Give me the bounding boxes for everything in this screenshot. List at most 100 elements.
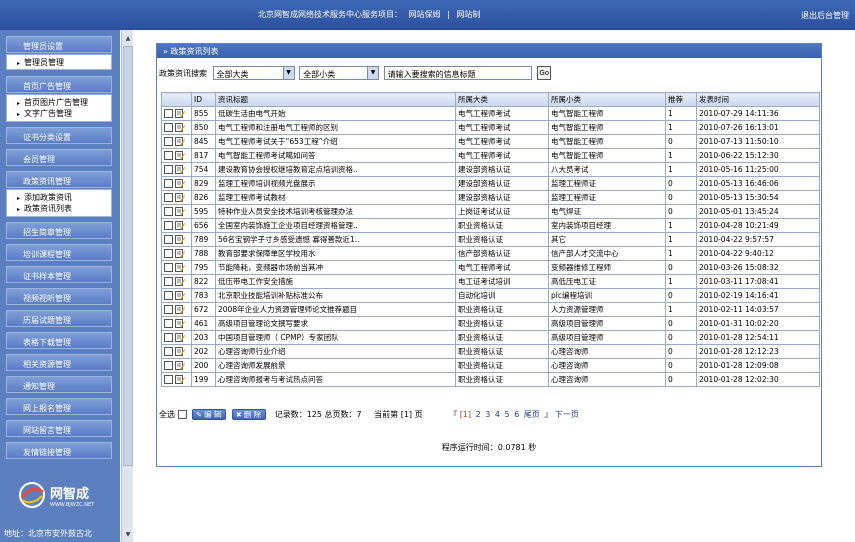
edit-pen-icon[interactable] — [175, 375, 185, 385]
page-link-3[interactable]: 3 — [485, 410, 490, 419]
edit-pen-icon[interactable] — [175, 361, 185, 371]
logout-link[interactable]: 退出后台管理 — [801, 10, 849, 21]
edit-pen-icon[interactable] — [175, 235, 185, 245]
select-all-checkbox[interactable] — [177, 410, 187, 419]
cell-title[interactable]: 监理工程师培训视频光盘展示 — [215, 176, 456, 191]
menu-group-past-exams[interactable]: 历届试题管理 — [6, 310, 112, 327]
cell-title[interactable]: 特种作业人员安全技术培训考核管理办法 — [215, 204, 456, 219]
edit-pen-icon[interactable] — [175, 109, 185, 119]
cell-title[interactable]: 2008年企业人力资源管理师论文推荐题目 — [215, 302, 456, 317]
edit-pen-icon[interactable] — [175, 319, 185, 329]
edit-button[interactable]: ✎ 编 辑 — [192, 409, 227, 420]
edit-pen-icon[interactable] — [175, 263, 185, 273]
row-checkbox[interactable] — [164, 109, 173, 119]
chevron-down-icon[interactable]: ▼ — [282, 67, 294, 79]
edit-pen-icon[interactable] — [175, 151, 185, 161]
menu-item-home-image-ads[interactable]: 首页图片广告管理 — [17, 97, 111, 108]
cell-title[interactable]: 教育部要求保障单区学校用水 — [215, 246, 456, 261]
menu-item-text-ads[interactable]: 文字广告管理 — [17, 108, 111, 119]
cell-title[interactable]: 心理咨询师发展前景 — [215, 358, 456, 373]
menu-group-messages[interactable]: 网站留言管理 — [6, 420, 112, 437]
row-checkbox[interactable] — [164, 291, 173, 301]
row-checkbox[interactable] — [164, 193, 173, 203]
menu-group-resources[interactable]: 相关资源管理 — [6, 354, 112, 371]
cell-title[interactable]: 节能降耗，变频器市场前当其冲 — [215, 260, 456, 275]
edit-pen-icon[interactable] — [175, 249, 185, 259]
row-checkbox[interactable] — [164, 221, 173, 231]
row-checkbox[interactable] — [164, 151, 173, 161]
scroll-thumb[interactable] — [123, 46, 133, 466]
cell-title[interactable]: 北京职业技能培训补贴标准公布 — [215, 288, 456, 303]
row-checkbox[interactable] — [164, 165, 173, 175]
edit-pen-icon[interactable] — [175, 193, 185, 203]
cell-title[interactable]: 低碳生活由电气开始 — [215, 106, 456, 121]
edit-pen-icon[interactable] — [175, 123, 185, 133]
menu-group-home-ads[interactable]: 首页广告管理 — [6, 76, 112, 93]
row-checkbox[interactable] — [164, 319, 173, 329]
scroll-up-icon[interactable]: ▲ — [123, 34, 133, 44]
menu-group-course[interactable]: 培训课程管理 — [6, 244, 112, 261]
row-checkbox[interactable] — [164, 333, 173, 343]
menu-item-admin-manage[interactable]: 管理员管理 — [17, 57, 111, 68]
chevron-down-icon[interactable]: ▼ — [367, 67, 379, 79]
menu-item-add-policy-news[interactable]: 添加政策资讯 — [17, 192, 111, 203]
header-link-site-care[interactable]: 网站保姆 — [409, 10, 441, 19]
edit-pen-icon[interactable] — [175, 179, 185, 189]
menu-group-cert-category[interactable]: 证书分类设置 — [6, 127, 112, 144]
edit-pen-icon[interactable] — [175, 221, 185, 231]
cell-title[interactable]: 低压带电工作安全措施 — [215, 274, 456, 289]
category-select[interactable]: 全部大类 ▼ — [212, 66, 295, 80]
edit-pen-icon[interactable] — [175, 291, 185, 301]
edit-pen-icon[interactable] — [175, 137, 185, 147]
row-checkbox[interactable] — [164, 137, 173, 147]
row-checkbox[interactable] — [164, 305, 173, 315]
row-checkbox[interactable] — [164, 123, 173, 133]
row-checkbox[interactable] — [164, 375, 173, 385]
menu-group-policy-news[interactable]: 政策资讯管理 — [6, 171, 112, 188]
menu-group-member[interactable]: 会员管理 — [6, 149, 112, 166]
sidebar-scrollbar[interactable]: ▲ ▼ — [121, 30, 133, 542]
edit-pen-icon[interactable] — [175, 347, 185, 357]
edit-pen-icon[interactable] — [175, 165, 185, 175]
menu-group-cert-sample[interactable]: 证书样本管理 — [6, 266, 112, 283]
next-page-link[interactable]: 下一页 — [555, 410, 579, 419]
cell-title[interactable]: 监理工程师考试教材 — [215, 190, 456, 205]
row-checkbox[interactable] — [164, 263, 173, 273]
menu-group-notice[interactable]: 通知管理 — [6, 376, 112, 393]
page-link-1[interactable]: [1] — [460, 410, 471, 419]
cell-title[interactable]: 56名宝钢学子寸乡感受遗憾 寡得善款近1.. — [215, 232, 456, 247]
menu-group-admission[interactable]: 招生简章管理 — [6, 222, 112, 239]
edit-pen-icon[interactable] — [175, 305, 185, 315]
cell-title[interactable]: 高级项目管理论文撰写要求 — [215, 316, 456, 331]
edit-pen-icon[interactable] — [175, 207, 185, 217]
edit-pen-icon[interactable] — [175, 333, 185, 343]
scroll-down-icon[interactable]: ▼ — [123, 530, 133, 540]
cell-title[interactable]: 建设教育协会授权继培教育定点培训资格.. — [215, 162, 456, 177]
page-link-2[interactable]: 2 — [476, 410, 481, 419]
cell-title[interactable]: 电气智能工程师考试噶如问答 — [215, 148, 456, 163]
row-checkbox[interactable] — [164, 361, 173, 371]
cell-title[interactable]: 全国室内装饰施工企业项目经理资格管理.. — [215, 218, 456, 233]
subcategory-select[interactable]: 全部小类 ▼ — [299, 66, 380, 80]
search-go-button[interactable]: Go — [537, 66, 552, 80]
cell-title[interactable]: 电气工程师考试关于“653工程”介绍 — [215, 134, 456, 149]
delete-button[interactable]: ✖ 删 除 — [231, 409, 267, 420]
header-link-site-build[interactable]: 网站制 — [456, 10, 480, 19]
page-link-last[interactable]: 尾页 — [524, 410, 540, 419]
menu-group-video[interactable]: 视频视听管理 — [6, 288, 112, 305]
cell-title[interactable]: 电气工程师和注册电气工程师的区别 — [215, 120, 456, 135]
menu-group-friend-links[interactable]: 友情链接管理 — [6, 442, 112, 459]
cell-title[interactable]: 心理咨询师行业介绍 — [215, 344, 456, 359]
menu-group-form-download[interactable]: 表格下载管理 — [6, 332, 112, 349]
cell-title[interactable]: 中国项目管理师（ CPMP）专家团队 — [215, 330, 456, 345]
menu-group-admin-settings[interactable]: 管理员设置 — [6, 36, 112, 53]
keyword-input[interactable]: 请输入要搜索的信息标题 — [383, 66, 532, 80]
row-checkbox[interactable] — [164, 235, 173, 245]
row-checkbox[interactable] — [164, 249, 173, 259]
row-checkbox[interactable] — [164, 277, 173, 287]
edit-pen-icon[interactable] — [175, 277, 185, 287]
page-link-6[interactable]: 6 — [514, 410, 519, 419]
menu-group-online-signup[interactable]: 网上报名管理 — [6, 398, 112, 415]
cell-title[interactable]: 心理咨询师报考与考试热点问答 — [215, 372, 456, 387]
menu-item-policy-news-list[interactable]: 政策资讯列表 — [17, 203, 111, 214]
